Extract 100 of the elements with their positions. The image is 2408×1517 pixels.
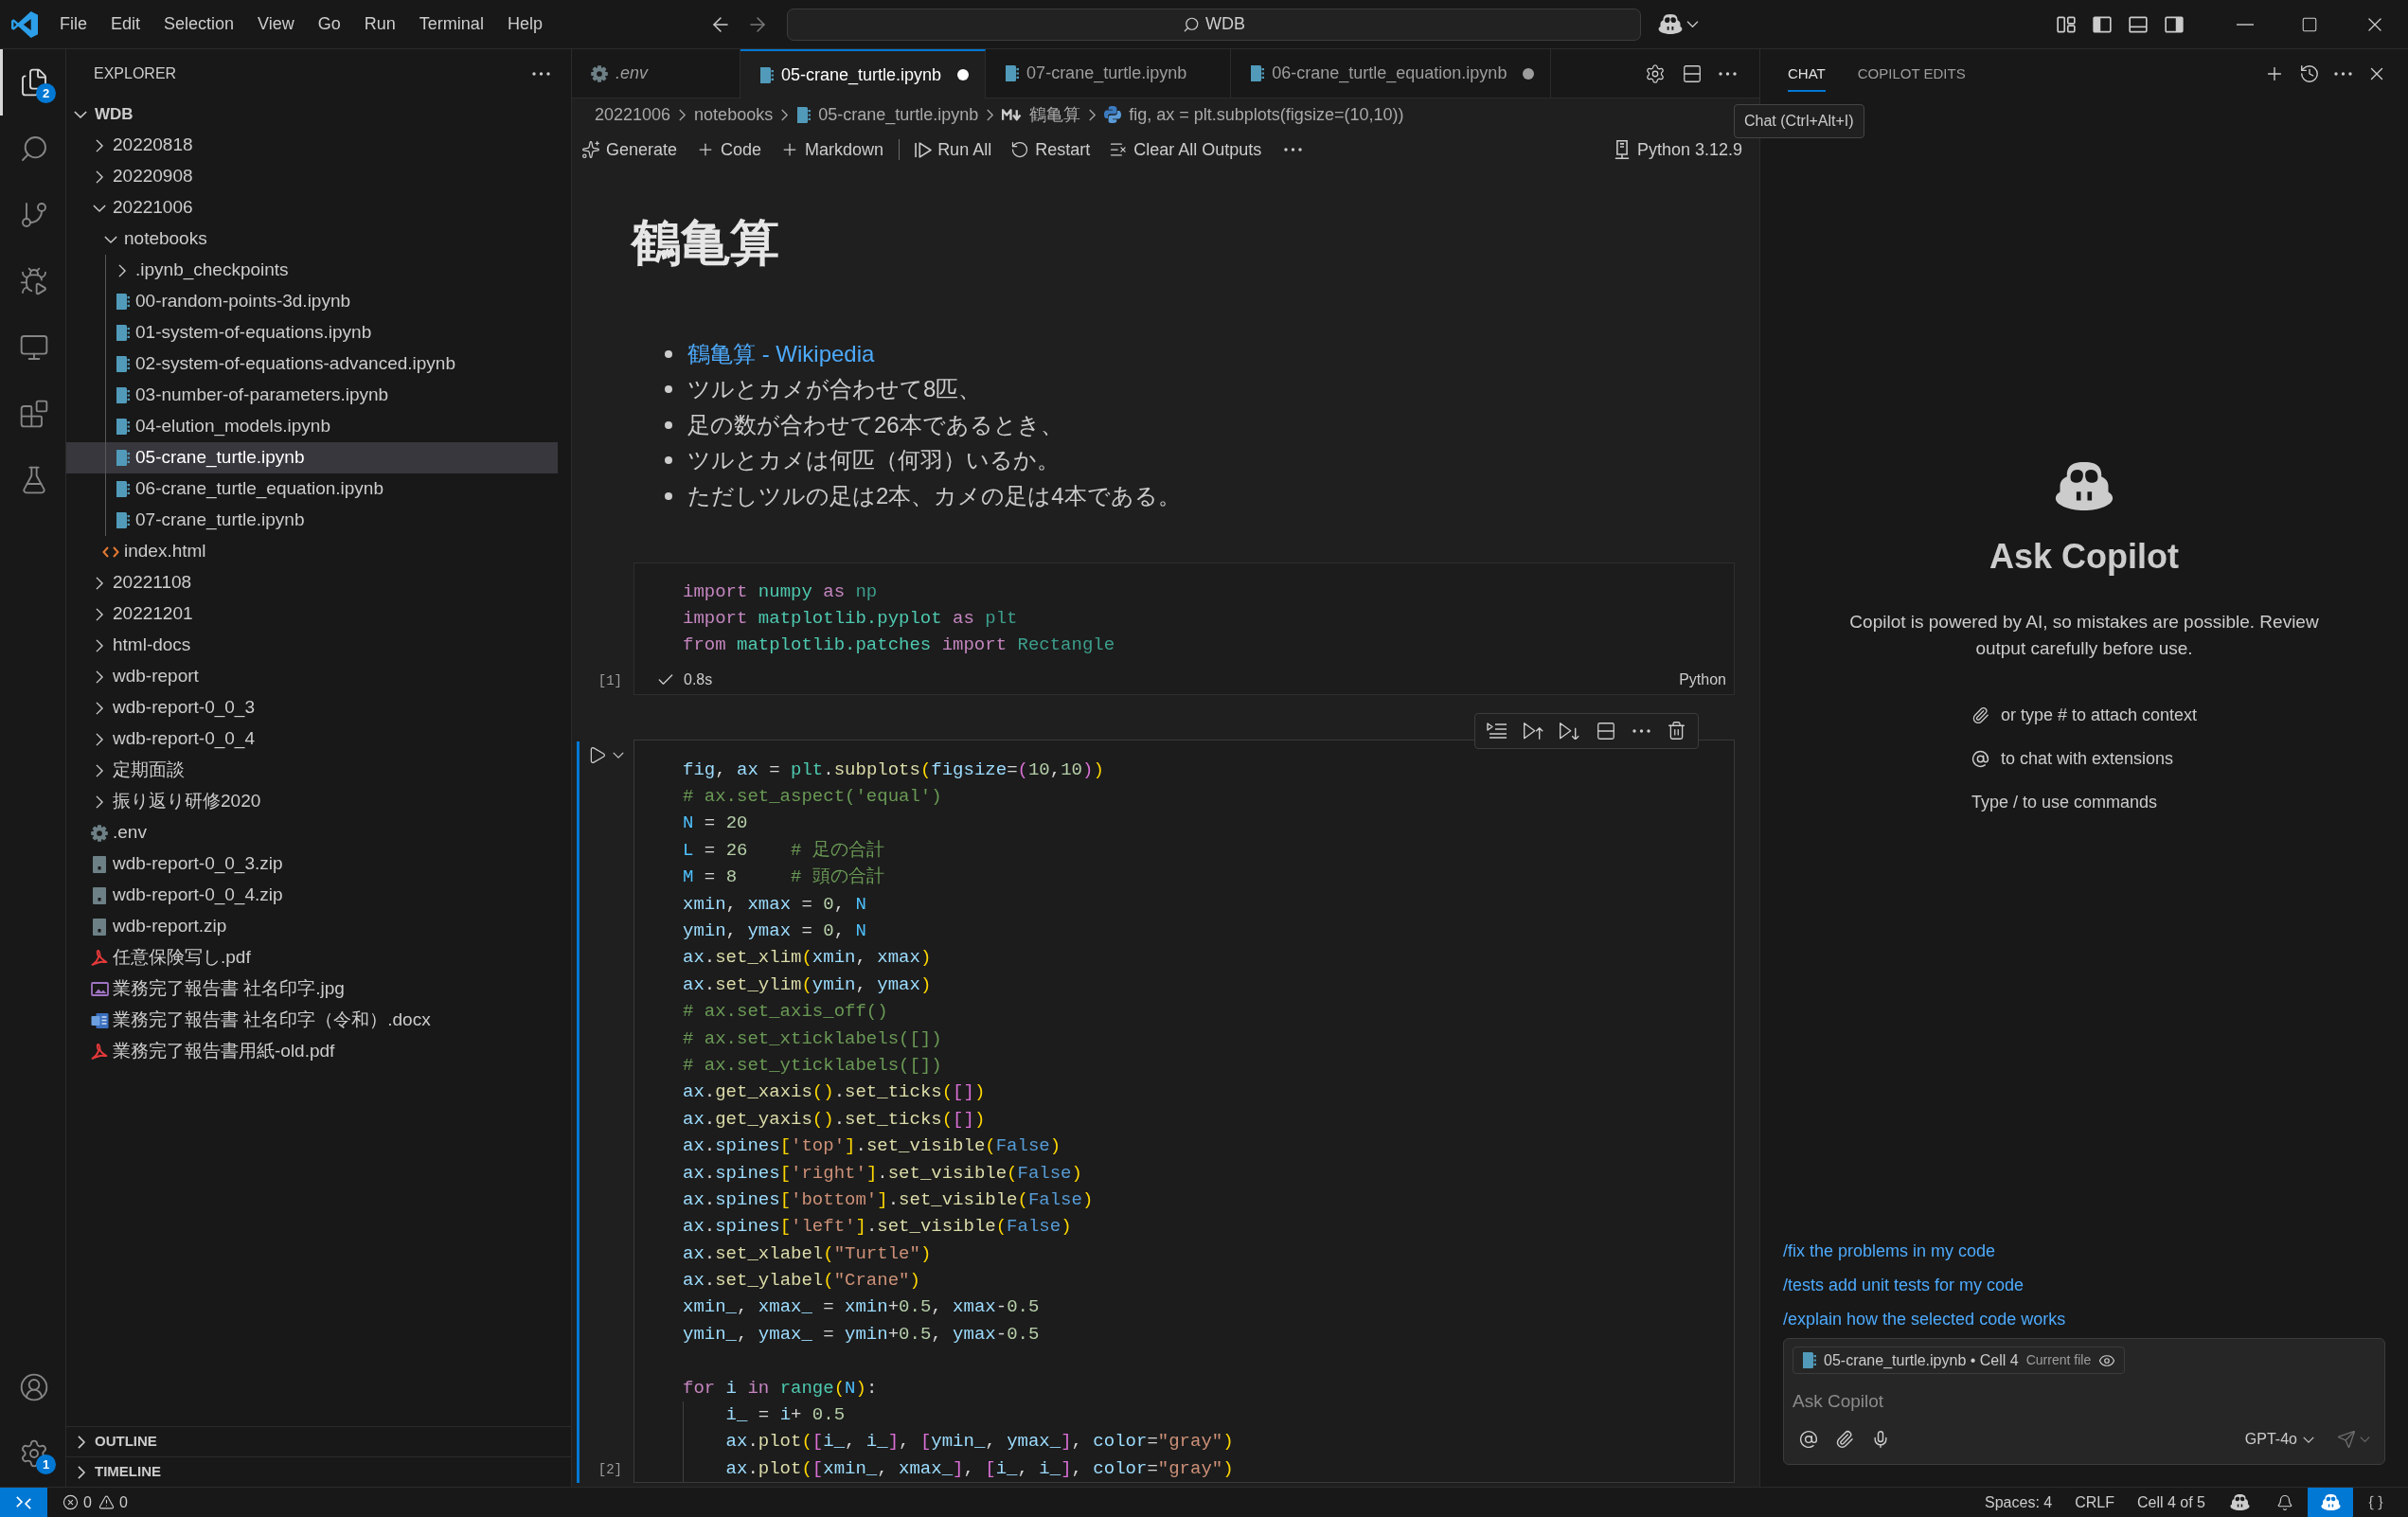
activity-button[interactable]: 1 <box>0 1420 65 1487</box>
code-line: xmin, xmax = 0, N <box>683 892 866 917</box>
microphone-icon[interactable] <box>1871 1430 1890 1449</box>
menu-item[interactable]: Selection <box>155 9 243 40</box>
context-chip[interactable]: 05-crane_turtle.ipynb • Cell 4 Current file <box>1793 1347 2126 1374</box>
breadcrumb-item[interactable]: notebooks <box>692 101 776 128</box>
folder-item[interactable]: 20221201 <box>90 598 193 630</box>
menu-item[interactable]: File <box>51 9 96 40</box>
suggestion-link[interactable]: /fix the problems in my code <box>1783 1234 1996 1268</box>
tree-item[interactable]: wdb-report-0_0_3.zip <box>90 848 283 880</box>
tree-item[interactable]: 業務完了報告書 社名印字.jpg <box>90 973 345 1005</box>
play-lines-icon[interactable] <box>1487 723 1507 740</box>
menu-item[interactable]: Go <box>309 9 349 40</box>
suggestion-link[interactable]: /explain how the selected code works <box>1783 1302 2066 1336</box>
code-line: ax.get_yaxis().set_ticks([]) <box>683 1107 986 1132</box>
folder-item[interactable]: .ipynb_checkpoints <box>113 255 289 286</box>
toolbar-button[interactable]: Clear All Outputs <box>1105 136 1266 163</box>
folder-item[interactable]: 定期面談 <box>90 755 185 786</box>
play-up-arrow-icon[interactable] <box>1524 722 1543 740</box>
menu-item[interactable]: Help <box>498 9 551 40</box>
chevron-icon[interactable] <box>613 751 624 758</box>
tree-item[interactable]: 業務完了報告書用紙-old.pdf <box>90 1036 335 1067</box>
more-icon[interactable] <box>1719 71 1737 76</box>
status-item[interactable]: Spaces: 4 <box>1973 1490 2064 1514</box>
folder-item[interactable]: notebooks <box>101 223 207 255</box>
tab[interactable]: 05-crane_turtle.ipynb <box>740 49 987 98</box>
breadcrumb-item[interactable]: 20221006 <box>593 101 673 128</box>
remote-button[interactable] <box>0 1488 47 1517</box>
status-item[interactable]: Cell 4 of 5 <box>2125 1490 2217 1514</box>
model-picker[interactable]: GPT-4o <box>2244 1428 2314 1451</box>
folder-item[interactable]: 20221006 <box>90 192 193 223</box>
menu-item[interactable]: Edit <box>102 9 150 40</box>
section-header[interactable]: TIMELINE <box>78 1457 161 1487</box>
tree-item[interactable]: 03-number-of-parameters.ipynb <box>113 380 389 411</box>
tree-item[interactable]: 01-system-of-equations.ipynb <box>113 317 372 348</box>
tree-item[interactable]: index.html <box>101 536 206 567</box>
send-button[interactable] <box>2337 1430 2370 1449</box>
code-line: ax.set_ylabel("Crane") <box>683 1269 920 1294</box>
suggestion-link[interactable]: /tests add unit tests for my code <box>1783 1268 2025 1302</box>
breadcrumb-item[interactable]: 鶴亀算 <box>1000 101 1083 128</box>
pdf-icon <box>91 1044 108 1060</box>
breadcrumb-item[interactable]: 05-crane_turtle.ipynb <box>794 101 981 128</box>
toolbar-button[interactable]: Markdown <box>776 136 888 163</box>
panel-tab[interactable]: COPILOT EDITS <box>1857 56 1966 92</box>
tree-item[interactable]: 06-crane_turtle_equation.ipynb <box>113 473 383 505</box>
tree-item[interactable]: 05-crane_turtle.ipynb <box>66 442 558 473</box>
folder-item[interactable]: 20220818 <box>90 130 193 161</box>
layout-icon[interactable] <box>2057 15 2076 33</box>
more-icon[interactable] <box>532 72 550 76</box>
menu-item[interactable]: View <box>249 9 303 40</box>
more-icon[interactable] <box>2334 72 2352 76</box>
folder-item[interactable]: wdb-report-0_0_3 <box>90 692 255 723</box>
assistant-menu-button[interactable] <box>1658 14 1699 34</box>
folder-item[interactable]: 振り返り研修2020 <box>90 786 261 817</box>
at-sign-icon[interactable] <box>1799 1430 1818 1449</box>
sidebar-left-icon[interactable] <box>2093 15 2112 33</box>
paperclip-icon[interactable] <box>1835 1430 1854 1449</box>
trash-icon[interactable] <box>1667 721 1686 741</box>
gear-icon[interactable] <box>1645 62 1666 84</box>
tree-item[interactable]: 07-crane_turtle.ipynb <box>113 505 305 536</box>
tree-item[interactable]: wdb-report.zip <box>90 911 227 942</box>
folder-item[interactable]: wdb-report <box>90 661 199 692</box>
section-header[interactable]: OUTLINE <box>78 1427 157 1456</box>
menu-item[interactable]: Terminal <box>410 9 492 40</box>
more-icon[interactable] <box>1632 728 1650 733</box>
breadcrumb-item[interactable]: fig, ax = plt.subplots(figsize=(10,10)) <box>1102 101 1406 128</box>
panel-bottom-icon[interactable] <box>2129 15 2148 33</box>
command-center-button[interactable]: WDB <box>787 8 1641 41</box>
folder-item[interactable]: 20220908 <box>90 161 193 192</box>
count-badge: 2 <box>36 83 56 103</box>
tree-item[interactable]: 00-random-points-3d.ipynb <box>113 286 351 317</box>
tree-item[interactable]: 04-elution_models.ipynb <box>113 411 330 442</box>
status-item[interactable]: CRLF <box>2063 1490 2126 1514</box>
toolbar-button[interactable]: Code <box>692 136 766 163</box>
tree-item[interactable]: wdb-report-0_0_4.zip <box>90 880 283 911</box>
folder-item[interactable]: WDB <box>74 98 134 130</box>
tree-item[interactable]: 任意保険写し.pdf <box>90 942 251 973</box>
article-link[interactable]: 鶴亀算 - Wikipedia <box>687 336 875 371</box>
more-icon[interactable] <box>1284 148 1303 152</box>
play-down-arrow-icon[interactable] <box>1560 722 1579 740</box>
folder-item[interactable]: wdb-report-0_0_4 <box>90 723 255 755</box>
cell-language[interactable]: Python <box>1679 668 1726 691</box>
sidebar-right-icon[interactable] <box>2165 15 2184 33</box>
chat-input-field[interactable]: Ask Copilot <box>1793 1385 2376 1418</box>
folder-item[interactable]: 20221108 <box>90 567 192 598</box>
welcome-title: Ask Copilot <box>1989 536 2179 578</box>
tree-item[interactable]: 02-system-of-equations-advanced.ipynb <box>113 348 455 380</box>
toolbar-button[interactable]: Run All <box>911 136 996 163</box>
toolbar-button[interactable]: Generate <box>578 136 682 163</box>
history-icon[interactable] <box>2299 63 2320 84</box>
problems-button[interactable]: 0 0 <box>59 1488 132 1517</box>
toolbar-button[interactable]: Restart <box>1007 136 1095 163</box>
split-icon[interactable] <box>1596 720 1616 741</box>
menu-item[interactable]: Run <box>355 9 404 40</box>
kernel-button[interactable]: Python 3.12.9 <box>1614 136 1742 163</box>
split-icon[interactable] <box>1682 62 1703 84</box>
panel-tab[interactable]: CHAT <box>1788 56 1826 92</box>
tree-item[interactable]: 業務完了報告書 社名印字（令和）.docx <box>90 1005 431 1036</box>
folder-item[interactable]: html-docs <box>90 630 191 661</box>
tree-item[interactable]: .env <box>90 817 147 848</box>
